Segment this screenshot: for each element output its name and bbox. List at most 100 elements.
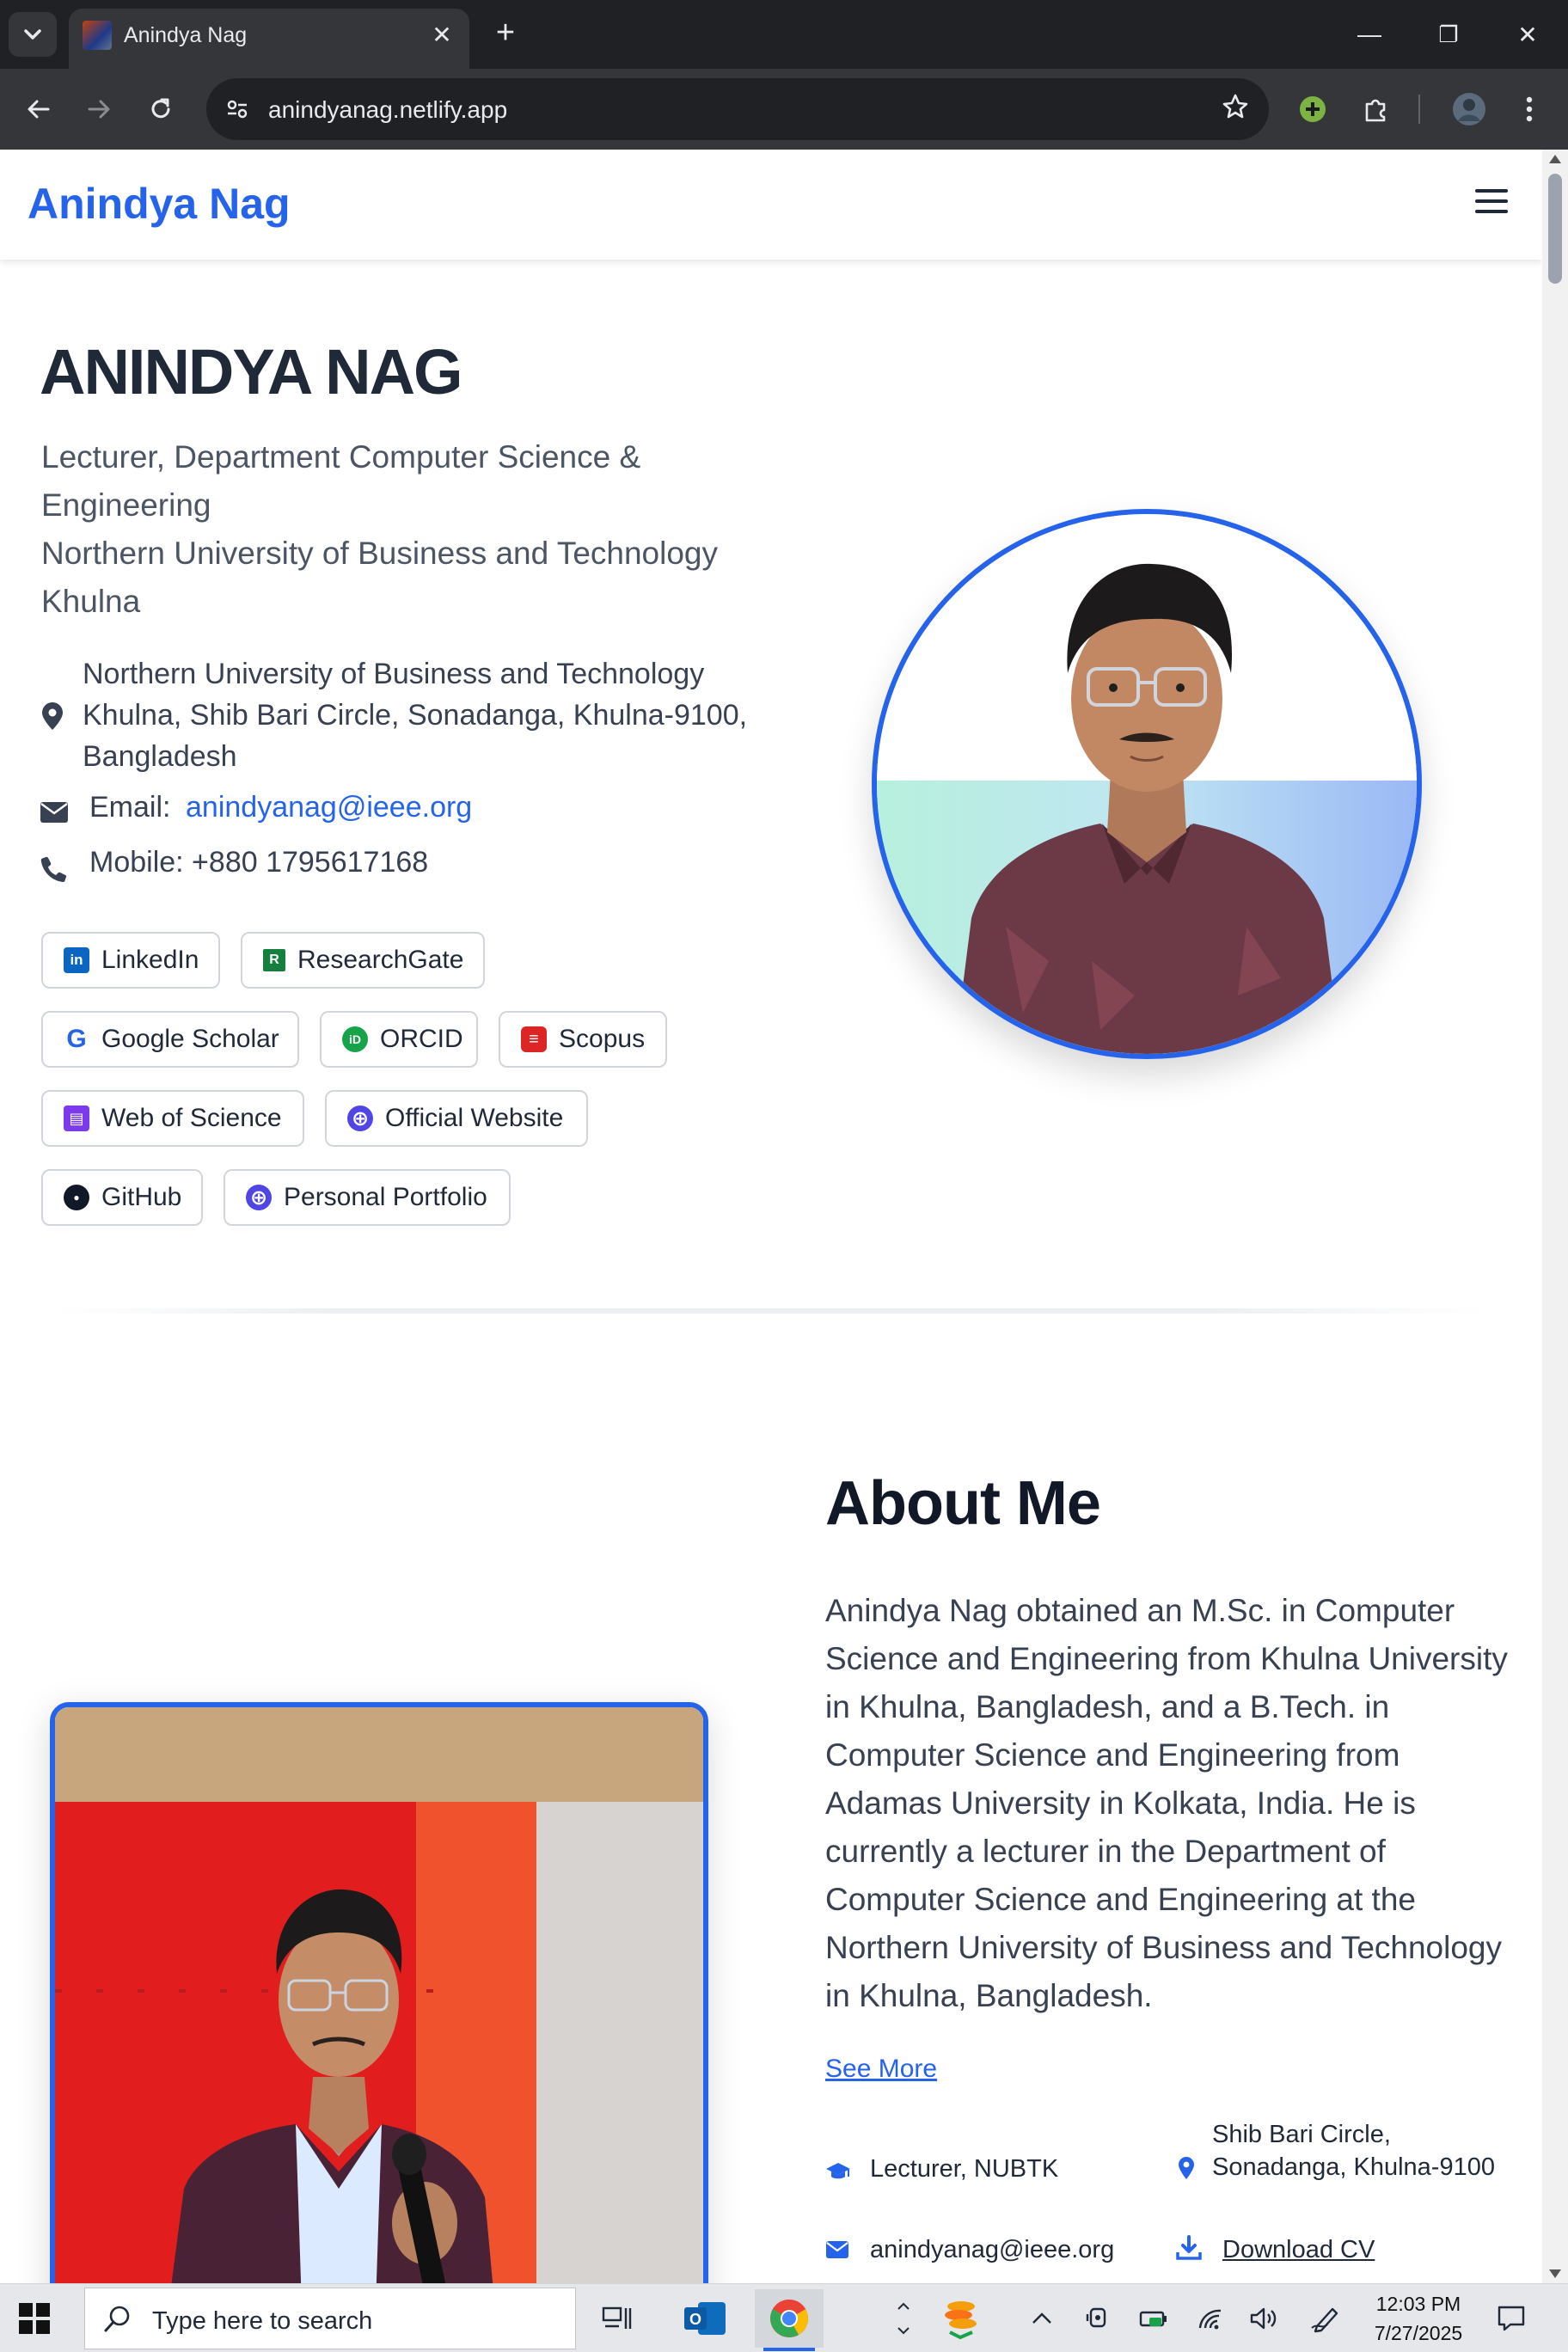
back-arrow-icon xyxy=(28,100,50,119)
globe-icon: ⊕ xyxy=(246,1185,272,1210)
book-icon: ▤ xyxy=(64,1106,89,1131)
location-text: Shib Bari Circle, Sonadanga, Khulna-9100 xyxy=(1212,2118,1495,2184)
clock-time[interactable]: 12:03 PM xyxy=(1374,2293,1463,2316)
scroll-up-arrow-icon[interactable] xyxy=(1549,155,1561,163)
location-line: Shib Bari Circle, xyxy=(1212,2121,1391,2148)
taskbar-search-box[interactable]: Type here to search xyxy=(84,2288,576,2349)
close-window-button[interactable]: ✕ xyxy=(1506,15,1549,53)
hero-title-line: Engineering xyxy=(41,487,211,523)
about-heading: About Me xyxy=(825,1469,1101,1538)
email-label: Email: xyxy=(89,791,171,824)
tab-close-icon[interactable]: ✕ xyxy=(426,19,457,50)
chevron-up-icon[interactable] xyxy=(1026,2303,1057,2334)
personal-portfolio-button[interactable]: ⊕ Personal Portfolio xyxy=(224,1169,511,1226)
tab-title: Anindya Nag xyxy=(124,23,248,47)
map-pin-icon xyxy=(1179,2157,1194,2179)
orcid-button[interactable]: iD ORCID xyxy=(320,1011,478,1068)
new-tab-button[interactable]: + xyxy=(487,14,524,52)
clock-date[interactable]: 7/27/2025 xyxy=(1369,2322,1468,2345)
brand-logo[interactable]: Anindya Nag xyxy=(28,179,291,229)
hero-title-line: Khulna xyxy=(41,584,141,619)
pen-icon[interactable] xyxy=(1310,2303,1341,2334)
active-tab[interactable]: Anindya Nag ✕ xyxy=(69,9,469,69)
linkedin-button[interactable]: in LinkedIn xyxy=(41,932,220,989)
about-photo xyxy=(50,1702,708,2283)
tab-list-button[interactable] xyxy=(9,12,57,57)
official-website-label: Official Website xyxy=(385,1104,564,1132)
envelope-icon xyxy=(40,802,68,823)
personal-portfolio-label: Personal Portfolio xyxy=(284,1183,487,1211)
profile-avatar-icon[interactable] xyxy=(1448,88,1491,131)
coins-app-icon[interactable] xyxy=(927,2289,995,2348)
download-cv-link[interactable]: Download CV xyxy=(1222,2233,1375,2266)
researchgate-button[interactable]: R ResearchGate xyxy=(241,932,485,989)
url-text[interactable]: anindyanag.netlify.app xyxy=(268,96,507,124)
graduation-cap-icon xyxy=(826,2163,850,2179)
windows-start-icon[interactable] xyxy=(19,2303,50,2334)
official-website-button[interactable]: ⊕ Official Website xyxy=(325,1090,588,1147)
github-label: GitHub xyxy=(101,1183,182,1211)
google-scholar-label: Google Scholar xyxy=(101,1025,279,1053)
map-pin-icon xyxy=(42,702,63,730)
wifi-icon[interactable] xyxy=(1195,2303,1226,2334)
taskbar-scroll-arrows[interactable] xyxy=(882,2289,925,2348)
phone-icon xyxy=(40,856,67,883)
see-more-link[interactable]: See More xyxy=(825,2055,937,2084)
hero-name: ANINDYA NAG xyxy=(40,336,463,407)
meet-icon[interactable] xyxy=(1083,2303,1114,2334)
address-bar[interactable]: anindyanag.netlify.app xyxy=(206,78,1269,140)
forward-arrow-icon xyxy=(88,100,110,119)
database-icon: ≡ xyxy=(521,1026,547,1052)
puzzle-icon[interactable] xyxy=(1355,88,1398,131)
orcid-icon: iD xyxy=(342,1026,368,1052)
researchgate-icon: R xyxy=(263,949,285,971)
google-scholar-button[interactable]: G Google Scholar xyxy=(41,1011,299,1068)
notification-icon[interactable] xyxy=(1496,2303,1527,2334)
site-header: Anindya Nag xyxy=(0,150,1542,260)
restore-button[interactable]: ❐ xyxy=(1427,15,1470,53)
extension-green-icon[interactable] xyxy=(1291,88,1334,131)
battery-icon[interactable] xyxy=(1138,2303,1169,2334)
browser-tab-bar: Anindya Nag ✕ + — ❐ ✕ xyxy=(0,0,1568,69)
minimize-button[interactable]: — xyxy=(1348,15,1391,53)
web-of-science-button[interactable]: ▤ Web of Science xyxy=(41,1090,304,1147)
google-icon: G xyxy=(66,1025,87,1053)
toolbar-divider xyxy=(1418,95,1420,124)
download-icon xyxy=(1176,2235,1202,2260)
search-placeholder: Type here to search xyxy=(152,2307,373,2335)
github-icon: ● xyxy=(64,1185,89,1210)
speaker-icon[interactable] xyxy=(1248,2303,1279,2334)
orcid-label: ORCID xyxy=(380,1025,463,1053)
scroll-down-arrow-icon[interactable] xyxy=(1549,2269,1561,2278)
star-icon[interactable] xyxy=(1221,92,1250,129)
kebab-menu-icon[interactable] xyxy=(1508,88,1551,131)
forward-button[interactable] xyxy=(77,88,120,131)
mobile-number: Mobile: +880 1795617168 xyxy=(89,846,429,879)
chrome-icon[interactable] xyxy=(755,2289,824,2348)
address-line: Khulna, Shib Bari Circle, Sonadanga, Khu… xyxy=(83,699,748,732)
task-view-icon[interactable] xyxy=(583,2289,652,2348)
reload-button[interactable] xyxy=(139,88,182,131)
scopus-button[interactable]: ≡ Scopus xyxy=(499,1011,667,1068)
address: Northern University of Business and Tech… xyxy=(83,653,770,777)
position-text: Lecturer, NUBTK xyxy=(870,2155,1059,2183)
reload-icon xyxy=(151,98,170,119)
linkedin-icon: in xyxy=(64,947,89,973)
page-scrollbar[interactable] xyxy=(1542,150,1568,2283)
favicon-icon xyxy=(83,21,112,50)
outlook-icon[interactable]: O xyxy=(671,2289,739,2348)
web-page: Anindya Nag ANINDYA NAG Lecturer, Depart… xyxy=(0,150,1542,2283)
active-app-indicator xyxy=(763,2348,815,2351)
github-button[interactable]: ● GitHub xyxy=(41,1169,203,1226)
windows-taskbar: Type here to search O 12:03 PM 7/27/2025 xyxy=(0,2283,1568,2352)
address-line: Northern University of Business and Tech… xyxy=(83,658,705,690)
globe-icon: ⊕ xyxy=(347,1106,373,1131)
scroll-thumb[interactable] xyxy=(1548,174,1562,284)
linkedin-label: LinkedIn xyxy=(101,946,199,974)
email-link[interactable]: anindyanag@ieee.org xyxy=(186,791,472,824)
site-info-icon[interactable] xyxy=(222,94,253,125)
hamburger-menu-icon[interactable] xyxy=(1472,184,1511,218)
address-line: Bangladesh xyxy=(83,740,237,773)
envelope-icon xyxy=(826,2241,848,2258)
back-button[interactable] xyxy=(17,88,60,131)
